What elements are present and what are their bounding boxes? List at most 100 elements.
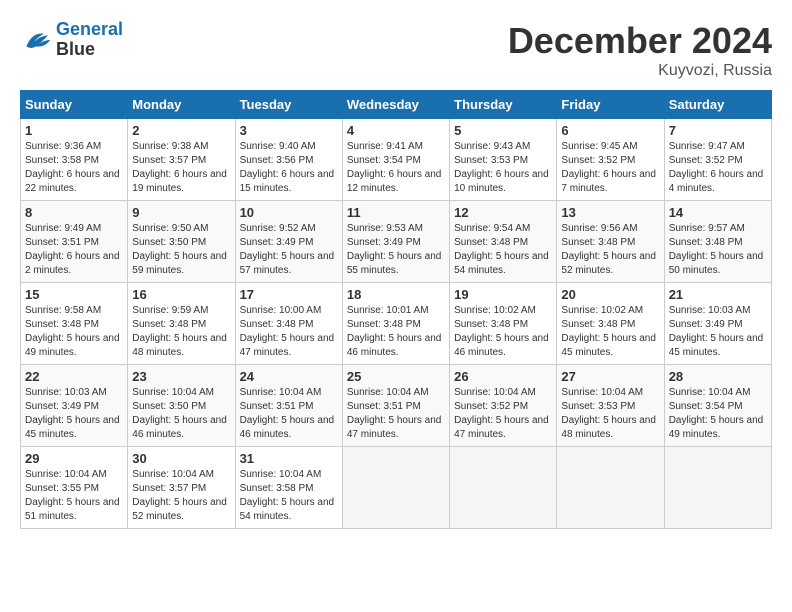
calendar-cell: 25 Sunrise: 10:04 AMSunset: 3:51 PMDaylig… — [342, 365, 449, 447]
page-header: General Blue December 2024 Kuyvozi, Russ… — [20, 20, 772, 80]
calendar-cell: 15 Sunrise: 9:58 AMSunset: 3:48 PMDayligh… — [21, 283, 128, 365]
calendar-cell: 29 Sunrise: 10:04 AMSunset: 3:55 PMDaylig… — [21, 447, 128, 529]
weekday-header-friday: Friday — [557, 91, 664, 119]
day-number: 21 — [669, 287, 767, 302]
cell-info: Sunrise: 10:04 AMSunset: 3:58 PMDaylight… — [240, 469, 335, 522]
logo: General Blue — [20, 20, 123, 60]
calendar-cell: 23 Sunrise: 10:04 AMSunset: 3:50 PMDaylig… — [128, 365, 235, 447]
weekday-header-wednesday: Wednesday — [342, 91, 449, 119]
calendar-cell — [557, 447, 664, 529]
calendar-cell: 4 Sunrise: 9:41 AMSunset: 3:54 PMDaylight… — [342, 119, 449, 201]
day-number: 6 — [561, 123, 659, 138]
day-number: 27 — [561, 369, 659, 384]
calendar-cell: 24 Sunrise: 10:04 AMSunset: 3:51 PMDaylig… — [235, 365, 342, 447]
day-number: 1 — [25, 123, 123, 138]
cell-info: Sunrise: 9:49 AMSunset: 3:51 PMDaylight:… — [25, 223, 120, 276]
calendar-cell: 19 Sunrise: 10:02 AMSunset: 3:48 PMDaylig… — [450, 283, 557, 365]
day-number: 29 — [25, 451, 123, 466]
title-block: December 2024 Kuyvozi, Russia — [508, 20, 772, 80]
logo-text: General Blue — [56, 20, 123, 60]
calendar-cell: 27 Sunrise: 10:04 AMSunset: 3:53 PMDaylig… — [557, 365, 664, 447]
calendar-cell — [450, 447, 557, 529]
calendar-cell: 20Sunrise: 10:02 AMSunset: 3:48 PMDaylig… — [557, 283, 664, 365]
day-number: 13 — [561, 205, 659, 220]
cell-info: Sunrise: 9:38 AMSunset: 3:57 PMDaylight:… — [132, 141, 227, 194]
cell-info: Sunrise: 10:02 AMSunset: 3:48 PMDaylight… — [454, 305, 549, 358]
cell-info: Sunrise: 9:58 AMSunset: 3:48 PMDaylight:… — [25, 305, 120, 358]
calendar-cell: 11 Sunrise: 9:53 AMSunset: 3:49 PMDayligh… — [342, 201, 449, 283]
cell-info: Sunrise: 10:04 AMSunset: 3:55 PMDaylight… — [25, 469, 120, 522]
cell-info: Sunrise: 10:04 AMSunset: 3:53 PMDaylight… — [561, 387, 656, 440]
day-number: 22 — [25, 369, 123, 384]
calendar-cell — [664, 447, 771, 529]
cell-info: Sunrise: 9:40 AMSunset: 3:56 PMDaylight:… — [240, 141, 335, 194]
day-number: 18 — [347, 287, 445, 302]
calendar-cell: 18 Sunrise: 10:01 AMSunset: 3:48 PMDaylig… — [342, 283, 449, 365]
cell-info: Sunrise: 9:57 AMSunset: 3:48 PMDaylight:… — [669, 223, 764, 276]
day-number: 8 — [25, 205, 123, 220]
cell-info: Sunrise: 9:54 AMSunset: 3:48 PMDaylight:… — [454, 223, 549, 276]
cell-info: Sunrise: 10:02 AMSunset: 3:48 PMDaylight… — [561, 305, 656, 358]
cell-info: Sunrise: 10:01 AMSunset: 3:48 PMDaylight… — [347, 305, 442, 358]
weekday-header-monday: Monday — [128, 91, 235, 119]
weekday-header-saturday: Saturday — [664, 91, 771, 119]
day-number: 2 — [132, 123, 230, 138]
cell-info: Sunrise: 9:43 AMSunset: 3:53 PMDaylight:… — [454, 141, 549, 194]
calendar-cell: 5 Sunrise: 9:43 AMSunset: 3:53 PMDaylight… — [450, 119, 557, 201]
cell-info: Sunrise: 10:03 AMSunset: 3:49 PMDaylight… — [25, 387, 120, 440]
day-number: 5 — [454, 123, 552, 138]
cell-info: Sunrise: 9:50 AMSunset: 3:50 PMDaylight:… — [132, 223, 227, 276]
day-number: 17 — [240, 287, 338, 302]
calendar-cell: 7 Sunrise: 9:47 AMSunset: 3:52 PMDaylight… — [664, 119, 771, 201]
day-number: 24 — [240, 369, 338, 384]
calendar-cell: 26 Sunrise: 10:04 AMSunset: 3:52 PMDaylig… — [450, 365, 557, 447]
day-number: 10 — [240, 205, 338, 220]
day-number: 4 — [347, 123, 445, 138]
day-number: 30 — [132, 451, 230, 466]
calendar-cell: 17 Sunrise: 10:00 AMSunset: 3:48 PMDaylig… — [235, 283, 342, 365]
cell-info: Sunrise: 10:03 AMSunset: 3:49 PMDaylight… — [669, 305, 764, 358]
day-number: 31 — [240, 451, 338, 466]
cell-info: Sunrise: 9:36 AMSunset: 3:58 PMDaylight:… — [25, 141, 120, 194]
calendar-cell: 13 Sunrise: 9:56 AMSunset: 3:48 PMDayligh… — [557, 201, 664, 283]
day-number: 7 — [669, 123, 767, 138]
calendar-cell: 10 Sunrise: 9:52 AMSunset: 3:49 PMDayligh… — [235, 201, 342, 283]
day-number: 9 — [132, 205, 230, 220]
day-number: 16 — [132, 287, 230, 302]
cell-info: Sunrise: 9:41 AMSunset: 3:54 PMDaylight:… — [347, 141, 442, 194]
calendar-cell: 8 Sunrise: 9:49 AMSunset: 3:51 PMDaylight… — [21, 201, 128, 283]
day-number: 12 — [454, 205, 552, 220]
day-number: 3 — [240, 123, 338, 138]
weekday-header-sunday: Sunday — [21, 91, 128, 119]
day-number: 14 — [669, 205, 767, 220]
weekday-header-thursday: Thursday — [450, 91, 557, 119]
cell-info: Sunrise: 10:04 AMSunset: 3:51 PMDaylight… — [240, 387, 335, 440]
cell-info: Sunrise: 10:04 AMSunset: 3:51 PMDaylight… — [347, 387, 442, 440]
logo-icon — [20, 24, 52, 56]
cell-info: Sunrise: 9:52 AMSunset: 3:49 PMDaylight:… — [240, 223, 335, 276]
calendar-cell: 2 Sunrise: 9:38 AMSunset: 3:57 PMDaylight… — [128, 119, 235, 201]
calendar-cell: 16Sunrise: 9:59 AMSunset: 3:48 PMDayligh… — [128, 283, 235, 365]
calendar-cell: 6 Sunrise: 9:45 AMSunset: 3:52 PMDaylight… — [557, 119, 664, 201]
day-number: 26 — [454, 369, 552, 384]
day-number: 19 — [454, 287, 552, 302]
cell-info: Sunrise: 9:56 AMSunset: 3:48 PMDaylight:… — [561, 223, 656, 276]
cell-info: Sunrise: 9:45 AMSunset: 3:52 PMDaylight:… — [561, 141, 656, 194]
calendar-cell: 30 Sunrise: 10:04 AMSunset: 3:57 PMDaylig… — [128, 447, 235, 529]
cell-info: Sunrise: 10:04 AMSunset: 3:50 PMDaylight… — [132, 387, 227, 440]
cell-info: Sunrise: 9:47 AMSunset: 3:52 PMDaylight:… — [669, 141, 764, 194]
calendar-cell: 21 Sunrise: 10:03 AMSunset: 3:49 PMDaylig… — [664, 283, 771, 365]
cell-info: Sunrise: 10:00 AMSunset: 3:48 PMDaylight… — [240, 305, 335, 358]
cell-info: Sunrise: 10:04 AMSunset: 3:57 PMDaylight… — [132, 469, 227, 522]
month-title: December 2024 — [508, 20, 772, 62]
cell-info: Sunrise: 10:04 AMSunset: 3:52 PMDaylight… — [454, 387, 549, 440]
day-number: 15 — [25, 287, 123, 302]
calendar-cell: 12 Sunrise: 9:54 AMSunset: 3:48 PMDayligh… — [450, 201, 557, 283]
calendar-table: SundayMondayTuesdayWednesdayThursdayFrid… — [20, 90, 772, 529]
day-number: 25 — [347, 369, 445, 384]
cell-info: Sunrise: 9:53 AMSunset: 3:49 PMDaylight:… — [347, 223, 442, 276]
day-number: 28 — [669, 369, 767, 384]
calendar-cell: 28Sunrise: 10:04 AMSunset: 3:54 PMDaylig… — [664, 365, 771, 447]
day-number: 23 — [132, 369, 230, 384]
day-number: 11 — [347, 205, 445, 220]
